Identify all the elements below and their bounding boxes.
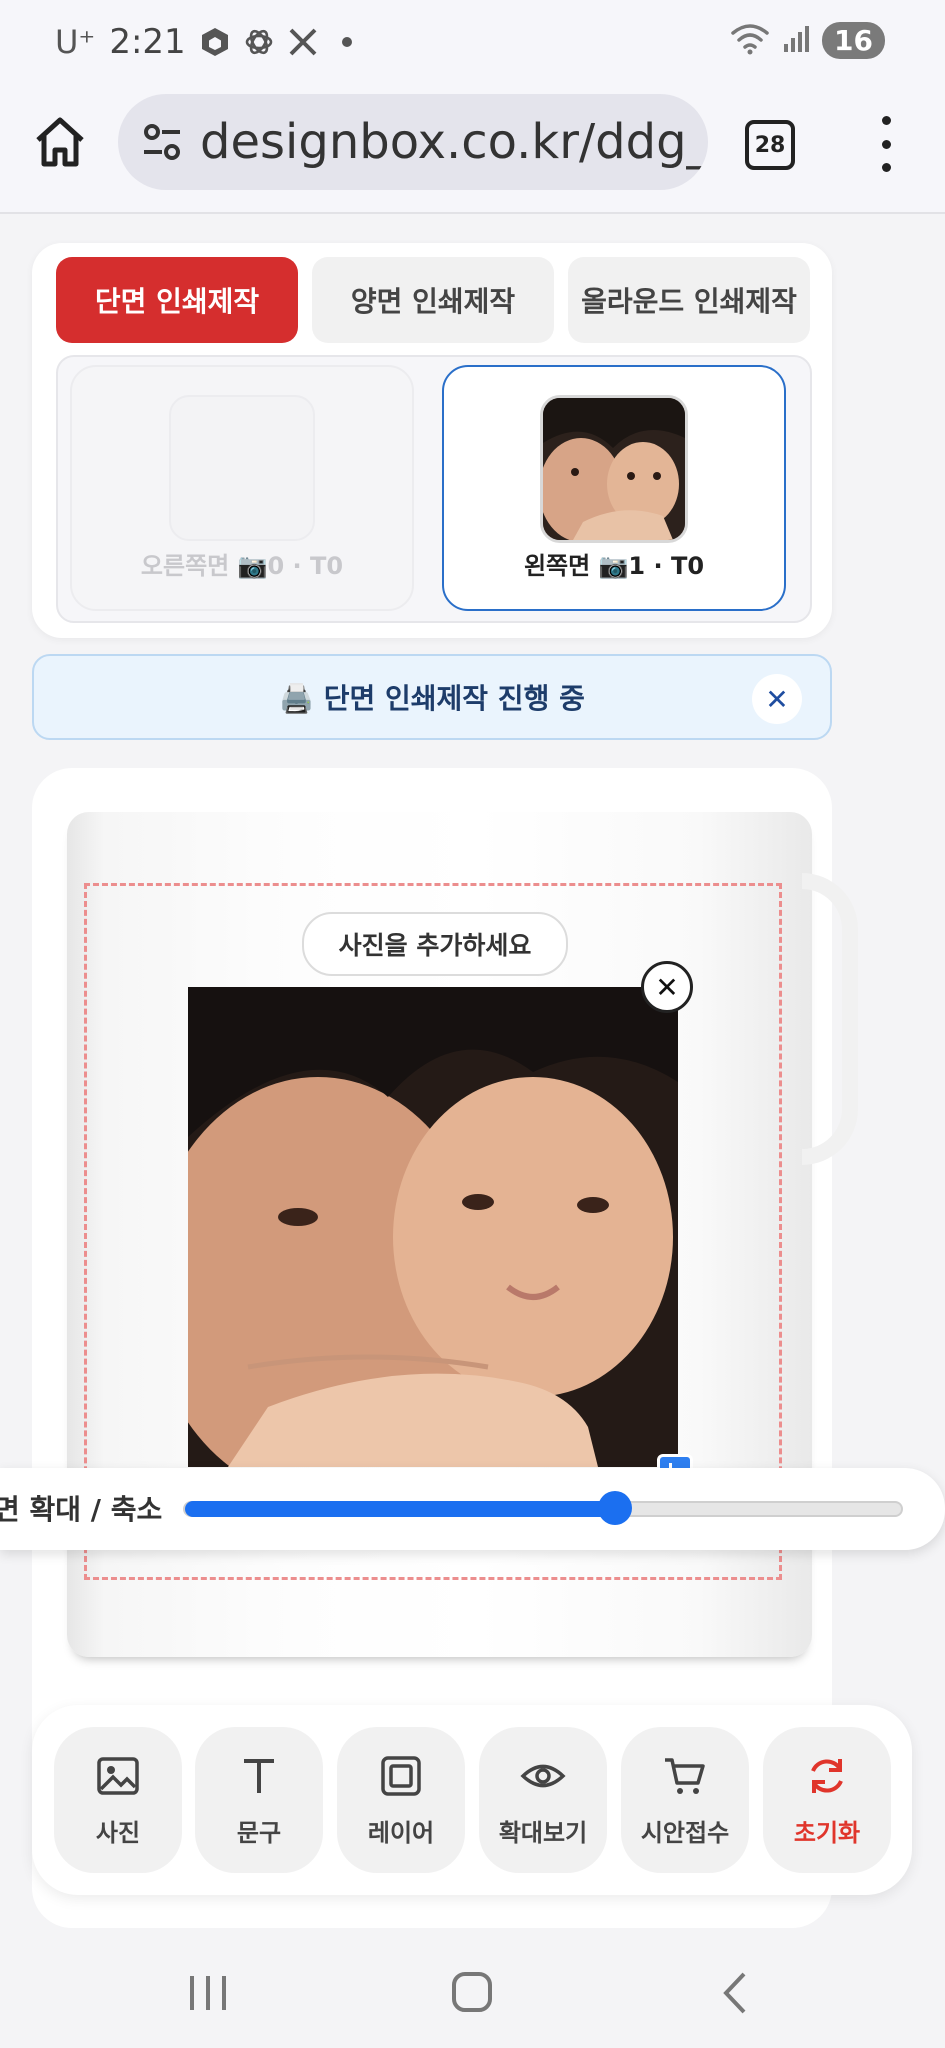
preview-tool-label: 확대보기: [498, 1818, 588, 1847]
carrier-label: U⁺: [55, 23, 96, 61]
zoom-slider-track[interactable]: [183, 1491, 903, 1525]
tab-switcher-button[interactable]: 28: [745, 120, 795, 170]
x-icon: [288, 27, 318, 57]
zoom-slider-thumb[interactable]: [597, 1491, 632, 1525]
system-nav-bar: [0, 1930, 945, 2048]
home-icon[interactable]: [30, 112, 90, 172]
openai-icon: [244, 27, 274, 57]
url-text: designbox.co.kr/ddg_f: [200, 114, 708, 170]
browser-toolbar: designbox.co.kr/ddg_f 28: [0, 90, 945, 214]
reset-tool-label: 초기화: [793, 1818, 861, 1847]
photo-tool-button[interactable]: 사진: [54, 1727, 182, 1873]
banner-text: 🖨️ 단면 인쇄제작 진행 중: [279, 682, 585, 715]
more-menu-icon[interactable]: [872, 114, 900, 174]
mug-handle: [802, 873, 858, 1165]
status-bar: U⁺ 2:21 16: [0, 0, 945, 90]
eye-icon: [520, 1764, 566, 1787]
side-right-thumbnail: [169, 395, 315, 541]
notification-dot-icon: [341, 37, 352, 47]
placed-photo[interactable]: [188, 987, 678, 1467]
text-icon: [244, 1758, 274, 1793]
layer-tool-label: 레이어: [367, 1818, 435, 1847]
tab-single-side-print[interactable]: 단면 인쇄제작: [56, 257, 298, 343]
print-options-card: 단면 인쇄제작 양면 인쇄제작 올라운드 인쇄제작 오른쪽면 📷0 · T0 왼…: [32, 243, 832, 638]
side-selector: 오른쪽면 📷0 · T0 왼쪽면 📷1 · T0: [56, 355, 812, 623]
text-tool-button[interactable]: 문구: [195, 1727, 323, 1873]
home-nav-icon[interactable]: [442, 1968, 502, 2018]
wifi-icon: [730, 23, 770, 59]
add-photo-hint[interactable]: 사진을 추가하세요: [302, 912, 568, 976]
app-icon: [200, 27, 230, 57]
address-bar[interactable]: designbox.co.kr/ddg_f: [118, 94, 708, 190]
site-settings-icon[interactable]: [140, 120, 184, 164]
zoom-control: 면 확대 / 축소: [0, 1468, 945, 1550]
clock: 2:21: [109, 22, 186, 62]
image-icon: [97, 1756, 139, 1795]
back-nav-icon[interactable]: [706, 1968, 766, 2018]
photo-tool-label: 사진: [95, 1818, 141, 1847]
submit-tool-label: 시안접수: [640, 1818, 730, 1847]
recent-apps-icon[interactable]: [178, 1968, 238, 2018]
text-tool-label: 문구: [236, 1818, 282, 1847]
progress-banner: 🖨️ 단면 인쇄제작 진행 중 ✕: [32, 654, 832, 740]
side-left-thumbnail: [540, 395, 688, 543]
cart-icon: [665, 1757, 705, 1794]
side-left-card[interactable]: 왼쪽면 📷1 · T0: [442, 365, 786, 611]
refresh-icon: [811, 1758, 843, 1793]
preview-tool-button[interactable]: 확대보기: [479, 1727, 607, 1873]
layer-tool-button[interactable]: 레이어: [337, 1727, 465, 1873]
layer-icon: [381, 1755, 421, 1796]
banner-close-button[interactable]: ✕: [752, 674, 802, 724]
battery-indicator: 16: [822, 22, 885, 59]
zoom-label: 면 확대 / 축소: [0, 1493, 163, 1526]
reset-tool-button[interactable]: 초기화: [763, 1727, 891, 1873]
editor-toolbar: 사진 문구 레이어 확대보기 시안접수 초기화: [32, 1705, 912, 1895]
tab-double-side-print[interactable]: 양면 인쇄제작: [312, 257, 554, 343]
side-right-card[interactable]: 오른쪽면 📷0 · T0: [70, 365, 414, 611]
photo-delete-button[interactable]: ✕: [641, 961, 693, 1013]
submit-tool-button[interactable]: 시안접수: [621, 1727, 749, 1873]
tab-allround-print[interactable]: 올라운드 인쇄제작: [568, 257, 810, 343]
signal-icon: [782, 24, 810, 58]
side-left-label: 왼쪽면 📷1 · T0: [523, 552, 705, 580]
zoom-slider-fill: [185, 1501, 615, 1517]
side-right-label: 오른쪽면 📷0 · T0: [140, 552, 344, 580]
